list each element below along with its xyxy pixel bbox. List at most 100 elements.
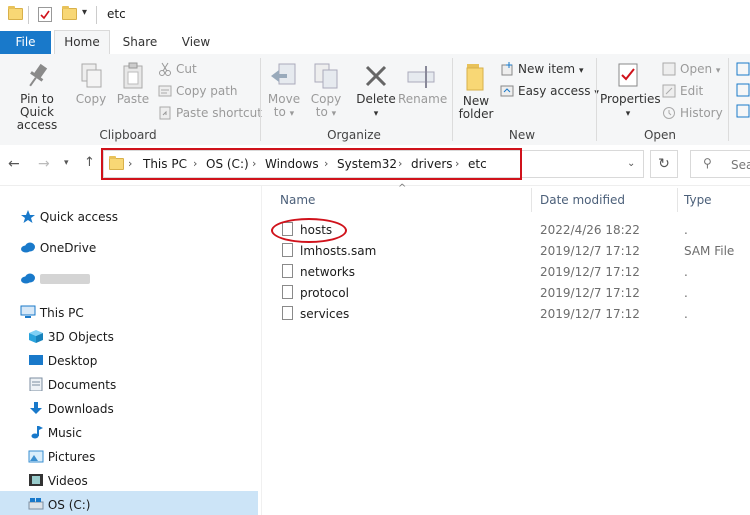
move-label: Move <box>267 92 301 106</box>
cube-icon <box>29 330 43 343</box>
new-item-label: New item <box>518 62 576 76</box>
delete-button[interactable]: Delete ▾ <box>354 62 398 121</box>
select-group-icons[interactable] <box>736 62 750 122</box>
computer-icon <box>20 305 36 318</box>
divider <box>96 6 97 24</box>
column-separator[interactable] <box>531 188 532 212</box>
properties-label: Properties <box>600 92 661 106</box>
new-folder-icon <box>466 64 484 91</box>
group-separator <box>260 58 261 141</box>
move-to-icon <box>271 63 296 85</box>
file-name[interactable]: protocol <box>300 286 349 300</box>
group-separator <box>596 58 597 141</box>
address-dropdown-icon[interactable]: ⌄ <box>627 158 635 169</box>
copy-label: Copy <box>75 92 107 106</box>
ribbon-tabs: File Home Share View <box>0 30 750 55</box>
open-button[interactable]: Open ▾ <box>662 62 720 76</box>
properties-button[interactable]: Properties ▾ <box>600 62 661 121</box>
nav-item-this-pc[interactable]: This PC <box>20 305 84 320</box>
column-separator[interactable] <box>677 188 678 212</box>
nav-label: Videos <box>47 474 88 488</box>
document-icon <box>29 377 43 392</box>
column-header-type[interactable]: Type <box>684 193 712 207</box>
nav-item-quick-access[interactable]: Quick access <box>20 209 118 224</box>
nav-item-3d-objects[interactable]: 3D Objects <box>28 329 114 344</box>
properties-quick-icon[interactable] <box>38 7 52 22</box>
easy-access-icon <box>500 84 514 98</box>
nav-label: 3D Objects <box>47 330 114 344</box>
new-item-icon <box>500 62 514 76</box>
open-icon <box>662 62 676 76</box>
nav-label: Documents <box>47 378 117 392</box>
file-type: . <box>684 265 688 279</box>
copy-path-label: Copy path <box>176 84 238 98</box>
file-date: 2019/12/7 17:12 <box>540 265 640 279</box>
new-folder-button[interactable]: New folder <box>456 62 496 121</box>
paste-shortcut-icon <box>158 106 172 120</box>
file-date: 2019/12/7 17:12 <box>540 307 640 321</box>
column-header-name[interactable]: Name <box>280 193 315 207</box>
tab-view[interactable]: View <box>172 31 220 54</box>
cloud-icon <box>21 242 35 253</box>
nav-label: Downloads <box>47 402 114 416</box>
nav-item-videos[interactable]: Videos <box>28 473 88 488</box>
back-arrow-icon[interactable]: ← <box>8 156 20 172</box>
file-date: 2022/4/26 18:22 <box>540 223 640 237</box>
nav-item-desktop[interactable]: Desktop <box>28 353 97 368</box>
copy-icon <box>81 63 102 88</box>
new-item-button[interactable]: New item ▾ <box>500 62 583 76</box>
refresh-icon[interactable]: ↻ <box>650 150 678 178</box>
copy-to-icon <box>314 63 338 89</box>
blurred-account-name <box>39 274 90 284</box>
scissors-icon <box>158 62 172 76</box>
star-icon <box>21 210 35 223</box>
edit-button[interactable]: Edit <box>662 84 703 98</box>
nav-item-os-c[interactable]: OS (C:) <box>28 497 91 512</box>
nav-label: Pictures <box>47 450 96 464</box>
column-header-date[interactable]: Date modified <box>540 193 625 207</box>
address-highlight-box <box>101 148 522 180</box>
cut-button[interactable]: Cut <box>158 62 197 76</box>
file-icon <box>282 306 293 320</box>
paste-button[interactable]: Paste <box>114 62 152 106</box>
pane-divider[interactable] <box>261 186 262 515</box>
file-name[interactable]: services <box>300 307 349 321</box>
drive-icon <box>28 498 44 510</box>
search-icon: ⚲ <box>703 156 712 170</box>
easy-access-button[interactable]: Easy access ▾ <box>500 84 599 98</box>
file-name[interactable]: lmhosts.sam <box>300 244 376 258</box>
file-name[interactable]: networks <box>300 265 355 279</box>
copy-to-button[interactable]: Copy to ▾ <box>308 62 344 121</box>
nav-item-downloads[interactable]: Downloads <box>28 401 114 416</box>
delete-label: Delete <box>356 92 396 106</box>
forward-arrow-icon[interactable]: → <box>38 156 50 172</box>
tab-home[interactable]: Home <box>54 30 110 55</box>
organize-group-label: Organize <box>327 128 381 142</box>
clipboard-group-label: Clipboard <box>99 128 157 142</box>
pin-to-quick-access-button[interactable]: Pin to Quick access <box>2 62 72 132</box>
tab-file[interactable]: File <box>0 31 51 54</box>
nav-label: Quick access <box>39 210 119 224</box>
customize-quick-access-icon[interactable]: ▾ <box>82 7 87 18</box>
nav-item-pictures[interactable]: Pictures <box>28 449 95 464</box>
easy-access-label: Easy access <box>518 84 591 98</box>
file-icon <box>282 264 293 278</box>
up-arrow-icon[interactable]: ↑ <box>84 155 95 170</box>
new-folder-quick-icon[interactable] <box>62 6 77 20</box>
paste-shortcut-button[interactable]: Paste shortcut <box>158 106 262 120</box>
nav-item-onedrive[interactable]: OneDrive <box>20 241 96 255</box>
move-to-button[interactable]: Move to ▾ <box>266 62 302 121</box>
pin-label-2: access <box>16 118 58 132</box>
file-type: . <box>684 223 688 237</box>
copy-button[interactable]: Copy <box>74 62 108 106</box>
tab-share[interactable]: Share <box>116 31 164 54</box>
rename-button[interactable]: Rename <box>398 62 447 106</box>
nav-item-documents[interactable]: Documents <box>28 377 116 392</box>
history-button[interactable]: History <box>662 106 723 120</box>
picture-icon <box>28 450 44 463</box>
copy-path-button[interactable]: Copy path <box>158 84 238 98</box>
nav-item-music[interactable]: Music <box>28 425 82 440</box>
recent-locations-icon[interactable]: ▾ <box>64 158 69 168</box>
search-box[interactable]: ⚲ Sea <box>690 150 750 178</box>
nav-item-onedrive-account[interactable] <box>20 272 90 286</box>
